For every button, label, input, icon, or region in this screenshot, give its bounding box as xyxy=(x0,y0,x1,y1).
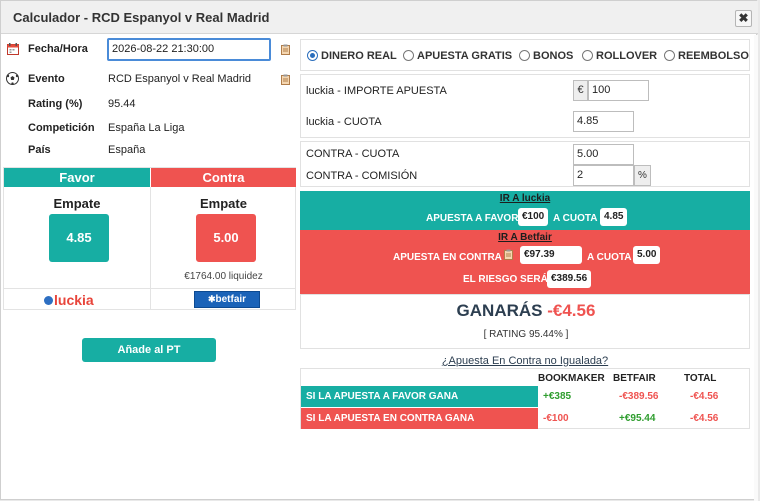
result-line: GANARÁS -€4.56 xyxy=(301,301,751,321)
commission-input[interactable]: 2 xyxy=(573,165,634,186)
favor-header: Favor xyxy=(4,168,150,187)
radio-icon[interactable] xyxy=(582,50,593,61)
calculator-dialog: Calculador - RCD Espanyol v Real Madrid … xyxy=(0,0,758,501)
header-bookmaker: BOOKMAKER xyxy=(538,373,605,384)
lay-odds-input[interactable]: 5.00 xyxy=(573,144,634,165)
stake-input[interactable]: 100 xyxy=(588,80,649,101)
radio-icon[interactable] xyxy=(307,50,318,61)
scrollbar-track[interactable] xyxy=(754,35,758,501)
dialog-title: Calculador - RCD Espanyol v Real Madrid xyxy=(13,10,270,25)
row-contra-bookmaker: -€100 xyxy=(543,413,569,424)
row-contra-betfair: +€95.44 xyxy=(619,413,656,424)
copy-icon[interactable] xyxy=(281,44,290,55)
contra-liquidity: €1764.00 liquidez xyxy=(184,271,263,282)
pais-label: País xyxy=(28,144,51,156)
back-amount[interactable]: €100 xyxy=(518,208,549,226)
mode-bonos[interactable]: BONOS xyxy=(519,50,573,62)
unmatched-lay-link[interactable]: ¿Apuesta En Contra no Igualada? xyxy=(300,355,750,367)
mode-selector: DINERO REAL APUESTA GRATIS BONOS ROLLOVE… xyxy=(300,39,750,71)
radio-icon[interactable] xyxy=(519,50,530,61)
soccer-ball-icon xyxy=(6,72,19,85)
back-instruction-text: APUESTA A FAVOR xyxy=(426,213,519,224)
competicion-label: Competición xyxy=(28,122,95,134)
competicion-value: España La Liga xyxy=(108,122,185,134)
row-favor-betfair: -€389.56 xyxy=(619,391,659,402)
result-label: GANARÁS xyxy=(456,301,543,320)
add-to-pt-button[interactable]: Añade al PT xyxy=(82,338,216,362)
euro-addon: € xyxy=(573,80,588,101)
favor-odds-box[interactable]: 4.85 xyxy=(49,214,109,262)
row-favor-label: SI LA APUESTA A FAVOR GANA xyxy=(301,386,538,407)
rating-value: 95.44 xyxy=(108,98,136,110)
result-panel: GANARÁS -€4.56 [ RATING 95.44% ] xyxy=(300,294,750,349)
fecha-input[interactable]: 2026-08-22 21:30:00 xyxy=(107,38,271,61)
rating-label: Rating (%) xyxy=(28,98,83,110)
lay-odds-value[interactable]: 5.00 xyxy=(633,246,661,264)
lay-at-label: A CUOTA xyxy=(587,252,632,263)
back-instruction-panel: IR A luckia APUESTA A FAVOR €100 A CUOTA… xyxy=(300,191,750,230)
lay-instruction-panel: IR A Betfair APUESTA EN CONTRA €97.39 A … xyxy=(300,230,750,294)
evento-label: Evento xyxy=(28,73,65,85)
radio-icon[interactable] xyxy=(403,50,414,61)
result-amount: -€4.56 xyxy=(547,301,596,320)
row-contra-label: SI LA APUESTA EN CONTRA GANA xyxy=(301,408,538,429)
mode-dinero-real[interactable]: DINERO REAL xyxy=(307,50,397,62)
lay-odds-label: CONTRA - CUOTA xyxy=(306,148,400,160)
pais-value: España xyxy=(108,144,146,156)
percent-addon: % xyxy=(634,165,651,186)
header-total: TOTAL xyxy=(684,373,717,384)
commission-label: CONTRA - COMISIÓN xyxy=(306,170,418,182)
radio-icon[interactable] xyxy=(664,50,675,61)
back-odds-value[interactable]: 4.85 xyxy=(600,208,628,226)
contra-odds-box[interactable]: 5.00 xyxy=(196,214,256,262)
row-contra-total: -€4.56 xyxy=(690,413,719,424)
calendar-icon xyxy=(7,43,19,55)
risk-label: EL RIESGO SERÁ xyxy=(463,274,548,285)
copy-icon[interactable] xyxy=(281,74,290,85)
luckia-logo[interactable]: luckia xyxy=(44,292,114,308)
risk-amount: €389.56 xyxy=(547,270,592,288)
copy-icon[interactable] xyxy=(504,249,513,260)
fecha-label: Fecha/Hora xyxy=(28,43,88,55)
result-rating: [ RATING 95.44% ] xyxy=(483,329,569,340)
row-favor-total: -€4.56 xyxy=(690,391,719,402)
stake-label: luckia - IMPORTE APUESTA xyxy=(306,85,447,97)
mode-rollover[interactable]: ROLLOVER xyxy=(582,50,657,62)
contra-header: Contra xyxy=(151,168,296,187)
outcomes-table: BOOKMAKER BETFAIR TOTAL SI LA APUESTA A … xyxy=(300,368,750,429)
contra-selection: Empate xyxy=(200,196,247,211)
ir-a-luckia-link[interactable]: IR A luckia xyxy=(300,193,750,204)
favor-selection: Empate xyxy=(53,196,101,211)
ir-a-betfair-link[interactable]: IR A Betfair xyxy=(300,232,750,243)
lay-amount[interactable]: €97.39 xyxy=(520,246,582,264)
mode-apuesta-gratis[interactable]: APUESTA GRATIS xyxy=(403,50,512,62)
title-bar: Calculador - RCD Espanyol v Real Madrid … xyxy=(1,1,758,34)
close-button[interactable]: ✖ xyxy=(735,10,752,27)
mode-reembolso[interactable]: REEMBOLSO xyxy=(664,50,749,62)
bookmaker-panel: luckia - IMPORTE APUESTA € 100 luckia - … xyxy=(300,74,750,138)
back-at-label: A CUOTA xyxy=(553,213,598,224)
row-favor-bookmaker: +€385 xyxy=(543,391,572,402)
header-betfair: BETFAIR xyxy=(613,373,656,384)
back-odds-label: luckia - CUOTA xyxy=(306,116,382,128)
back-odds-input[interactable]: 4.85 xyxy=(573,111,634,132)
odds-panel: Favor Contra Empate 4.85 Empate 5.00 €17… xyxy=(3,167,296,310)
logo-divider xyxy=(4,288,296,289)
exchange-panel: CONTRA - CUOTA 5.00 CONTRA - COMISIÓN 2 … xyxy=(300,141,750,187)
evento-value: RCD Espanyol v Real Madrid xyxy=(108,73,252,85)
betfair-logo[interactable]: ✱betfair xyxy=(194,291,260,308)
lay-instruction-text: APUESTA EN CONTRA xyxy=(393,252,502,263)
